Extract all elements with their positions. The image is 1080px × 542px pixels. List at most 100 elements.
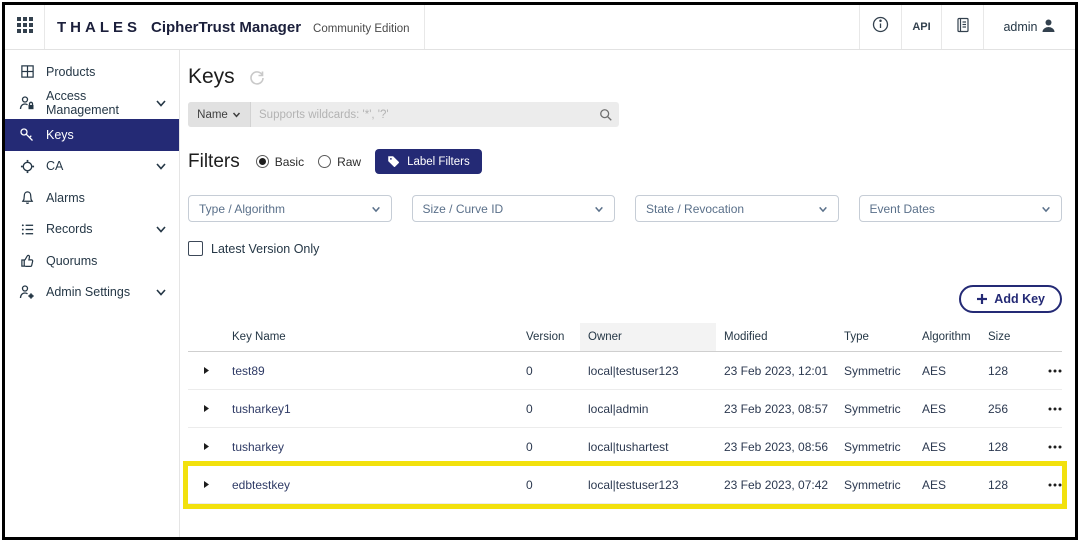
table-header-row: Key Name Version Owner Modified Type Alg… — [188, 323, 1062, 352]
edition-label: Community Edition — [313, 23, 410, 35]
row-actions-menu-icon[interactable] — [1038, 369, 1071, 373]
list-icon — [19, 221, 35, 237]
dropdown-label: Size / Curve ID — [423, 202, 504, 216]
raw-radio-label: Raw — [337, 155, 361, 169]
modified-cell: 23 Feb 2023, 12:01 — [716, 364, 836, 378]
row-actions-menu-icon[interactable] — [1038, 445, 1071, 449]
search-icon[interactable] — [593, 108, 619, 122]
label-filters-button[interactable]: Label Filters — [375, 149, 482, 174]
sidebar-item-admin-settings[interactable]: Admin Settings — [5, 277, 179, 309]
chevron-down-icon — [155, 286, 167, 298]
sidebar-item-quorums[interactable]: Quorums — [5, 245, 179, 277]
chevron-down-icon — [371, 204, 381, 214]
user-avatar-icon — [1041, 18, 1056, 36]
event-dates-dropdown[interactable]: Event Dates — [859, 195, 1063, 222]
latest-version-only-label: Latest Version Only — [211, 242, 319, 256]
owner-cell: local|testuser123 — [580, 478, 716, 492]
apps-grid-icon — [16, 16, 34, 39]
sidebar-item-access-management[interactable]: Access Management — [5, 88, 179, 120]
expand-caret-icon[interactable] — [203, 364, 210, 378]
version-cell: 0 — [518, 364, 580, 378]
search-field-selector[interactable]: Name — [188, 102, 251, 127]
username-label: admin — [1003, 20, 1037, 34]
sidebar-item-keys[interactable]: Keys — [5, 119, 179, 151]
type-algorithm-dropdown[interactable]: Type / Algorithm — [188, 195, 392, 222]
top-header: THALES CipherTrust Manager Community Edi… — [5, 5, 1075, 50]
key-name-cell[interactable]: tusharkey1 — [224, 402, 518, 416]
sidebar-item-ca[interactable]: CA — [5, 151, 179, 183]
sidebar-item-label: Keys — [46, 128, 167, 142]
column-header-key-name[interactable]: Key Name — [224, 331, 518, 343]
column-header-version[interactable]: Version — [518, 331, 580, 343]
table-row[interactable]: tusharkey 0 local|tushartest 23 Feb 2023… — [188, 428, 1062, 466]
latest-version-only-checkbox-row[interactable]: Latest Version Only — [188, 241, 1062, 256]
size-curve-id-dropdown[interactable]: Size / Curve ID — [412, 195, 616, 222]
sidebar-item-label: CA — [46, 159, 155, 173]
sidebar-item-label: Alarms — [46, 191, 167, 205]
column-header-owner[interactable]: Owner — [580, 323, 716, 351]
info-button[interactable] — [859, 5, 901, 49]
size-cell: 128 — [980, 478, 1038, 492]
key-name-cell[interactable]: edbtestkey — [224, 478, 518, 492]
user-gear-icon — [19, 284, 35, 300]
filter-radio-raw[interactable]: Raw — [318, 155, 361, 169]
column-header-size[interactable]: Size — [980, 331, 1038, 343]
tag-icon — [387, 155, 400, 168]
filter-radio-basic[interactable]: Basic — [256, 155, 304, 169]
add-key-button-label: Add Key — [994, 292, 1045, 306]
row-actions-menu-icon[interactable] — [1038, 407, 1071, 411]
owner-cell: local|admin — [580, 402, 716, 416]
keys-table: Key Name Version Owner Modified Type Alg… — [188, 323, 1062, 504]
column-header-algorithm[interactable]: Algorithm — [914, 331, 980, 343]
search-input[interactable] — [251, 102, 593, 127]
app-window: THALES CipherTrust Manager Community Edi… — [2, 2, 1078, 540]
sidebar-item-products[interactable]: Products — [5, 56, 179, 88]
key-name-cell[interactable]: test89 — [224, 364, 518, 378]
sidebar-item-label: Admin Settings — [46, 285, 155, 299]
expand-caret-icon[interactable] — [203, 440, 210, 454]
table-row[interactable]: tusharkey1 0 local|admin 23 Feb 2023, 08… — [188, 390, 1062, 428]
column-header-modified[interactable]: Modified — [716, 331, 836, 343]
expand-caret-icon[interactable] — [203, 402, 210, 416]
thales-logo: THALES — [57, 19, 141, 36]
add-key-button[interactable]: Add Key — [959, 285, 1062, 313]
row-actions-menu-icon[interactable] — [1038, 483, 1071, 487]
modified-cell: 23 Feb 2023, 08:57 — [716, 402, 836, 416]
owner-cell: local|tushartest — [580, 440, 716, 454]
size-cell: 256 — [980, 402, 1038, 416]
modified-cell: 23 Feb 2023, 08:56 — [716, 440, 836, 454]
documentation-button[interactable] — [941, 5, 983, 49]
book-icon — [955, 17, 971, 38]
label-filters-button-label: Label Filters — [407, 156, 470, 168]
sidebar-item-alarms[interactable]: Alarms — [5, 182, 179, 214]
brand-logo[interactable]: THALES CipherTrust Manager Community Edi… — [45, 5, 425, 49]
main-content: Keys Name — [180, 50, 1075, 539]
table-row-highlighted[interactable]: edbtestkey 0 local|testuser123 23 Feb 20… — [188, 466, 1062, 504]
expand-caret-icon[interactable] — [203, 478, 210, 492]
radio-unselected-icon — [318, 155, 331, 168]
plus-icon — [976, 293, 988, 305]
chevron-down-icon — [1041, 204, 1051, 214]
header-spacer — [425, 5, 859, 49]
chevron-down-icon — [155, 97, 167, 109]
algorithm-cell: AES — [914, 478, 980, 492]
type-cell: Symmetric — [836, 364, 914, 378]
certificate-gear-icon — [19, 158, 35, 174]
sidebar-item-records[interactable]: Records — [5, 214, 179, 246]
chevron-down-icon — [818, 204, 828, 214]
latest-version-only-checkbox[interactable] — [188, 241, 203, 256]
api-button[interactable]: API — [901, 5, 941, 49]
version-cell: 0 — [518, 440, 580, 454]
filters-heading: Filters — [188, 151, 240, 173]
algorithm-cell: AES — [914, 440, 980, 454]
table-row[interactable]: test89 0 local|testuser123 23 Feb 2023, … — [188, 352, 1062, 390]
column-header-type[interactable]: Type — [836, 331, 914, 343]
products-grid-icon — [19, 64, 35, 80]
state-revocation-dropdown[interactable]: State / Revocation — [635, 195, 839, 222]
key-name-cell[interactable]: tusharkey — [224, 440, 518, 454]
user-menu[interactable]: admin — [983, 5, 1075, 49]
api-label: API — [912, 21, 930, 33]
refresh-icon[interactable] — [249, 69, 265, 85]
app-launcher-button[interactable] — [5, 5, 45, 49]
type-cell: Symmetric — [836, 440, 914, 454]
